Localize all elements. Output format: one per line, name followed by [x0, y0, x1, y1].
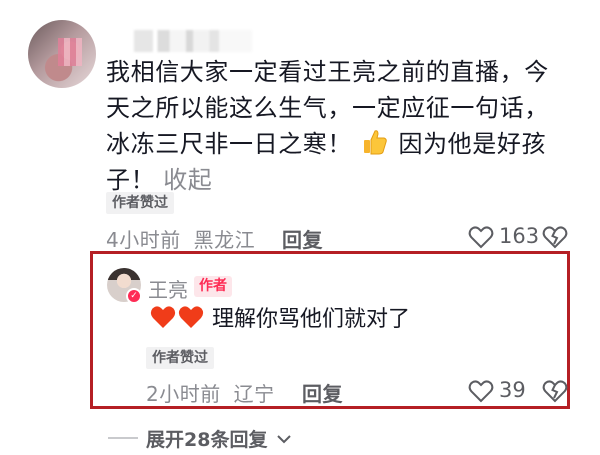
reply-author-name[interactable]: 王亮 — [148, 274, 188, 303]
expand-replies-label: 展开28条回复 — [146, 429, 268, 451]
reply-text: 理解你骂他们就对了 — [150, 304, 410, 336]
author-liked-badge: 作者赞过 — [106, 192, 174, 214]
comment-line-2: 天之所以能这么生气，一定应征一句话， — [106, 94, 549, 122]
reply-author-badge: 作者 — [194, 276, 232, 297]
reply-location: 辽宁 — [233, 382, 275, 406]
comment-line-3-text: 冰冻三尺非一日之寒！ — [106, 130, 352, 158]
reply-like-count: 39 — [499, 378, 526, 402]
dislike-icon[interactable] — [542, 225, 568, 249]
comment-line-4-text: 子！ — [106, 166, 156, 194]
verified-check-icon: ✓ — [126, 288, 142, 304]
reply-text-content: 理解你骂他们就对了 — [212, 307, 411, 332]
comment-line-3: 冰冻三尺非一日之寒！ 因为他是好孩 — [106, 126, 586, 162]
thumbs-up-icon — [364, 130, 387, 155]
heart-like-icon[interactable] — [468, 225, 494, 249]
author-liked-badge-label: 作者赞过 — [106, 192, 174, 214]
collapse-link[interactable]: 收起 — [163, 166, 212, 194]
reply-dislike-icon[interactable] — [542, 379, 568, 403]
commenter-name-blurred[interactable] — [134, 30, 252, 52]
chevron-down-icon — [277, 435, 291, 444]
comment-line-3-tail: 因为他是好孩 — [398, 130, 547, 158]
commenter-avatar[interactable] — [28, 20, 96, 88]
expand-divider — [108, 437, 138, 439]
comment-reply-button[interactable]: 回复 — [282, 224, 323, 253]
reply-meta: 2小时前 辽宁 — [146, 378, 275, 407]
comment-location: 黑龙江 — [193, 228, 256, 252]
comment-line-4: 子！ 收起 — [106, 162, 586, 198]
reply-heart-like-icon[interactable] — [468, 379, 494, 403]
double-heart-emoji-icon — [150, 306, 204, 328]
comment-meta: 4小时前 黑龙江 — [106, 224, 255, 253]
reply-time: 2小时前 — [146, 382, 221, 406]
reply-author-liked-badge-label: 作者赞过 — [146, 347, 214, 369]
comment-time: 4小时前 — [106, 228, 181, 252]
comment-like-count: 163 — [499, 224, 540, 248]
expand-replies-button[interactable]: 展开28条回复 — [146, 425, 292, 452]
reply-author-liked-badge: 作者赞过 — [146, 347, 214, 369]
comment-line-1: 我相信大家一定看过王亮之前的直播，今 — [106, 58, 549, 86]
reply-reply-button[interactable]: 回复 — [302, 378, 343, 407]
comment-text: 我相信大家一定看过王亮之前的直播，今 天之所以能这么生气，一定应征一句话， 冰冻… — [106, 54, 586, 198]
